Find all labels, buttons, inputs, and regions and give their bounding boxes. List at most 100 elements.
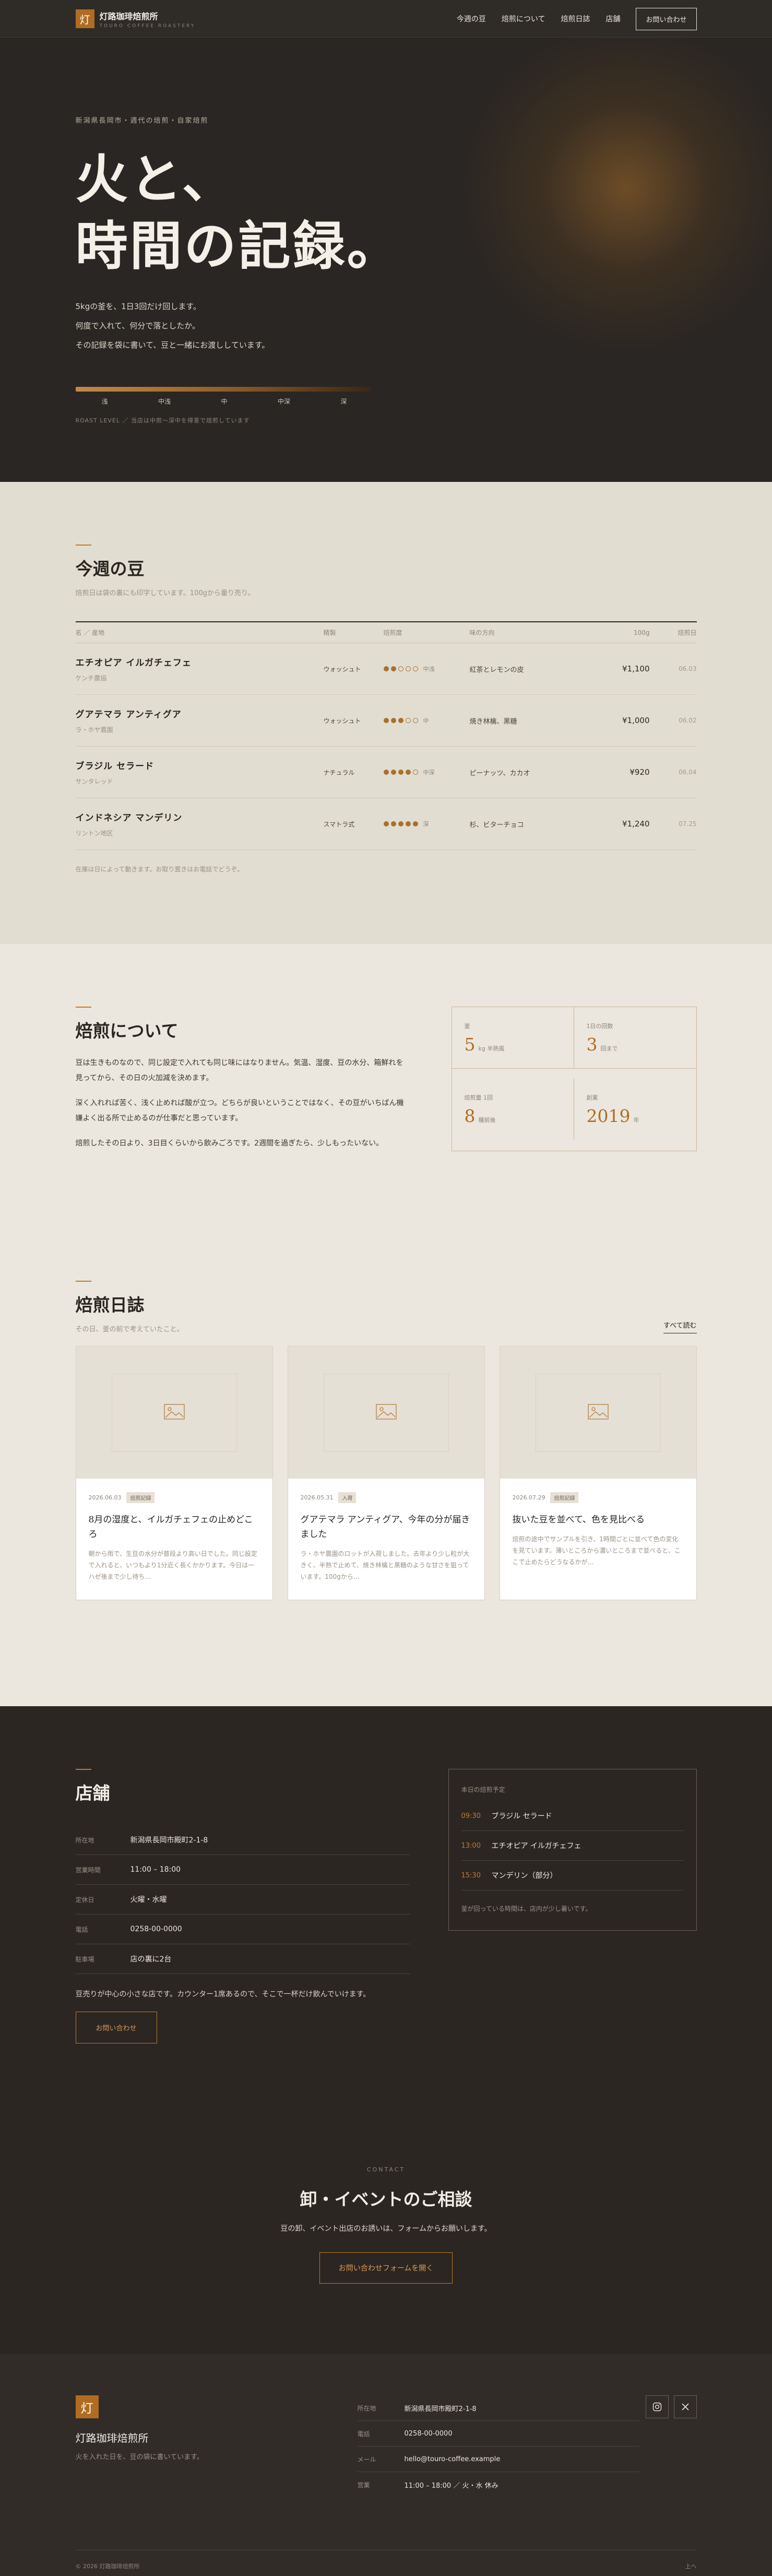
roast-level-bar — [75, 387, 371, 392]
column-header: 名 ／ 産地 — [75, 629, 105, 636]
bean-process: スマトラ式 — [323, 820, 355, 828]
stat-unit: kg 半熱風 — [478, 1045, 505, 1052]
nav-link-beans[interactable]: 今週の豆 — [457, 14, 486, 24]
instagram-icon[interactable] — [645, 2395, 669, 2418]
roast-caption: ROAST LEVEL ／ 当店は中煎〜深中を得意で焙煎しています — [75, 417, 250, 424]
table-row[interactable]: インドネシア マンデリン リントン地区 スマトラ式深杉、ビターチョコ ¥1,240 07… — [75, 798, 697, 850]
info-value: 店の裏に2台 — [130, 1955, 172, 1964]
main-nav: 今週の豆 焙煎について 焙煎日誌 店舗 お問い合わせ — [457, 7, 697, 30]
card-title[interactable]: 抜いた豆を並べて、色を見比べる — [513, 1512, 684, 1527]
hero-body-line: 5kgの釜を、1日3回だけ回します。 — [75, 302, 201, 311]
bean-process: ウォッシュト — [323, 717, 361, 725]
stat-number: 8 — [464, 1106, 476, 1127]
roast-schedule: 本日の焙煎予定 09:30 ブラジル セラード 13:00 エチオピア イルガチェフェ… — [448, 1769, 697, 1931]
contact-form-button[interactable]: お問い合わせフォームを開く — [319, 2252, 453, 2284]
roast-dot — [412, 666, 418, 671]
info-label: 定休日 — [75, 1896, 94, 1904]
footer-logo-mark[interactable]: 灯 — [75, 2395, 99, 2418]
schedule-title: 本日の焙煎予定 — [461, 1786, 505, 1793]
table-row[interactable]: エチオピア イルガチェフェ ケンチ農協 ウォッシュト 中浅 紅茶とレモンの皮 ¥1,100… — [75, 643, 697, 695]
back-to-top-link[interactable]: 上へ — [685, 2562, 697, 2570]
footer-info-value[interactable]: hello@touro-coffee.example — [405, 2455, 501, 2463]
table-row[interactable]: ブラジル セラード サンタレッド ナチュラル 中深 ピーナッツ、カカオ ¥920 06.04 — [75, 747, 697, 798]
x-twitter-icon[interactable] — [673, 2395, 697, 2418]
footer-brand-name: 灯路珈琲焙煎所 — [75, 2432, 149, 2444]
info-label: 駐車場 — [75, 1955, 94, 1963]
roast-level-label: 中浅 — [423, 666, 435, 672]
column-header: 焙煎日 — [678, 629, 697, 636]
stat-card: 創業 2019 年 — [574, 1079, 696, 1140]
stat-number: 2019 — [586, 1106, 631, 1127]
section-title: 今週の豆 — [75, 559, 145, 579]
roast-dot — [383, 770, 389, 775]
info-value: 11:00 – 18:00 — [130, 1865, 181, 1874]
image-frame — [323, 1373, 449, 1452]
roast-dot — [412, 821, 418, 826]
view-all-link[interactable]: すべて読む — [663, 1320, 697, 1333]
roast-level-dots: 中浅 — [383, 665, 470, 673]
footer-info-value: 新潟県長岡市殿町2-1-8 — [404, 2405, 477, 2413]
roast-dot — [390, 718, 396, 723]
logo-mark[interactable]: 灯 — [75, 9, 94, 28]
contact-label: CONTACT — [366, 2166, 406, 2173]
card-excerpt: 朝から雨で、生豆の水分が普段より高い日でした。同じ設定で入れると、いつもより1分… — [88, 1550, 257, 1581]
roast-dot — [398, 770, 403, 775]
card-title[interactable]: 8月の湿度と、イルガチェフェの止めどころ — [89, 1512, 260, 1542]
bean-price: ¥1,000 — [622, 716, 650, 725]
bean-flavor: 杉、ビターチョコ — [469, 821, 524, 829]
contact-button[interactable]: お問い合わせ — [636, 7, 697, 30]
card-title[interactable]: グアテマラ アンティグア、今年の分が届きました — [301, 1512, 472, 1542]
hero-title-line: 火と、 — [75, 148, 236, 210]
footer-description: 火を入れた日を、豆の袋に書いています。 — [75, 2453, 204, 2461]
nav-link-roasting[interactable]: 焙煎について — [502, 14, 545, 24]
table-row[interactable]: グアテマラ アンティグア ラ・ホヤ農園 ウォッシュト中焼き林檎、黒糖 ¥1,000 06… — [75, 695, 697, 747]
contact-body: 豆の卸、イベント出店のお誘いは、フォームからお願いします。 — [280, 2225, 492, 2233]
footer-info-row: 電話 0258-00-0000 — [357, 2421, 639, 2447]
bean-flavor: 焼き林檎、黒糖 — [469, 717, 517, 726]
bean-price: ¥920 — [630, 767, 650, 777]
bean-note: 在庫は日によって動きます。お取り置きはお電話でどうぞ。 — [75, 866, 244, 873]
section-subtitle: その日、釜の前で考えていたこと。 — [75, 1326, 184, 1333]
image-icon — [587, 1403, 609, 1422]
table-header: 名 ／ 産地 精製 焙煎度 味の方向 100g 焙煎日 — [75, 622, 697, 643]
nav-link-journal[interactable]: 焙煎日誌 — [561, 14, 590, 24]
bean-name-cell: インドネシア マンデリン リントン地区 — [76, 810, 324, 837]
roast-dot — [390, 821, 396, 826]
bean-name: エチオピア イルガチェフェ — [75, 658, 192, 668]
bean-origin: ケンチ農協 — [75, 675, 107, 682]
brand-name-en: TOURO COFFEE ROASTERY — [99, 23, 196, 29]
roast-dot — [390, 666, 396, 671]
brand[interactable]: 灯路珈琲焙煎所 TOURO COFFEE ROASTERY — [100, 9, 196, 29]
bean-price: ¥1,100 — [622, 664, 650, 673]
roast-dot — [412, 770, 418, 775]
roast-level-ticks: 浅 中浅 中 中深 深 — [76, 397, 371, 406]
nav-link-shop[interactable]: 店舗 — [605, 14, 620, 24]
shop-contact-button[interactable]: お問い合わせ — [75, 2012, 157, 2043]
shop-section: 店舗 所在地 新潟県長岡市殿町2-1-8 営業時間 11:00 – 18:00 定休日 火… — [0, 1706, 772, 2354]
bean-roast-date: 06.02 — [679, 717, 697, 724]
roast-dot — [383, 718, 389, 723]
journal-card[interactable]: 2026.06.03 焙煎記録 8月の湿度と、イルガチェフェの止めどころ 朝から雨で、… — [75, 1346, 273, 1600]
journal-card[interactable]: 2026.05.31 入荷 グアテマラ アンティグア、今年の分が届きました ラ・ホヤ農… — [287, 1346, 485, 1600]
schedule-row: 09:30 ブラジル セラード — [461, 1801, 684, 1831]
bean-roast-date: 06.03 — [679, 665, 697, 672]
site-header: 灯 灯路珈琲焙煎所 TOURO COFFEE ROASTERY 今週の豆 焙煎に… — [0, 0, 772, 38]
schedule-bean: ブラジル セラード — [491, 1812, 552, 1821]
stat-card: 焙煎量 1回 8 種前後 — [452, 1079, 574, 1141]
shop-info-row: 所在地 新潟県長岡市殿町2-1-8 — [75, 1825, 410, 1855]
footer-info-row: 営業 11:00 – 18:00 ／ 火・水 休み — [358, 2472, 639, 2498]
footer-info-label: 営業 — [357, 2482, 370, 2489]
column-header: 100g — [633, 629, 650, 636]
card-date: 2026.05.31 — [300, 1494, 334, 1501]
bean-table: 名 ／ 産地 精製 焙煎度 味の方向 100g 焙煎日 エチオピア イルガチェフ… — [75, 621, 697, 850]
schedule-bean: エチオピア イルガチェフェ — [491, 1842, 581, 1850]
bean-name: インドネシア マンデリン — [75, 813, 183, 823]
image-frame — [535, 1373, 661, 1452]
hero-body: 5kgの釜を、1日3回だけ回します。 何度で入れて、何分で落としたか。 その記録… — [76, 297, 697, 355]
section-title: 焙煎日誌 — [75, 1295, 145, 1315]
section-accent-line — [75, 545, 91, 546]
journal-card[interactable]: 2026.07.29 焙煎記録 抜いた豆を並べて、色を見比べる 焙煎の途中でサンプルを… — [499, 1346, 697, 1600]
bean-name: グアテマラ アンティグア — [75, 710, 182, 720]
section-accent-line — [75, 1769, 91, 1770]
bean-roast-date: 07.25 — [679, 820, 697, 828]
